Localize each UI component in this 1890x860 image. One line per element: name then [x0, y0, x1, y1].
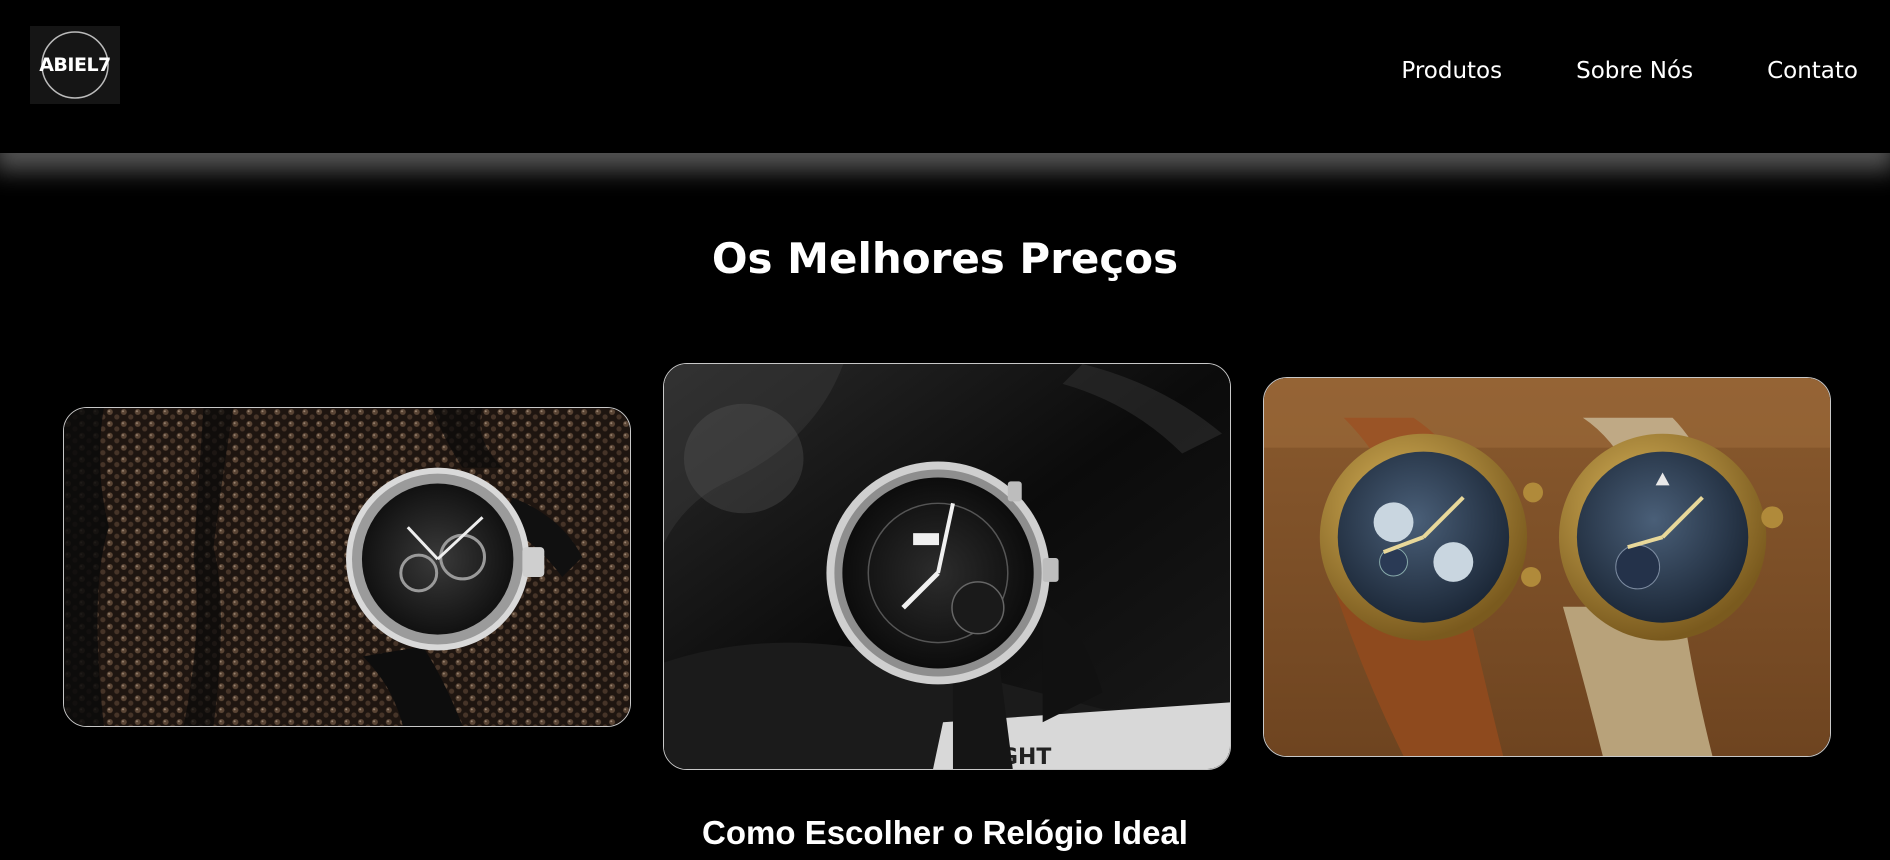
main-nav: Produtos Sobre Nós Contato — [1401, 58, 1858, 84]
product-card-bronze-watches[interactable] — [1263, 377, 1831, 757]
nav-link-sobre-nos[interactable]: Sobre Nós — [1576, 58, 1693, 84]
site-header: ABIEL7 Produtos Sobre Nós Contato — [0, 0, 1890, 153]
product-card-pilot-watch[interactable]: FLIGHT — [663, 363, 1231, 770]
page-title: Os Melhores Preços — [711, 234, 1179, 283]
nav-link-contato[interactable]: Contato — [1767, 58, 1858, 84]
nav-link-produtos[interactable]: Produtos — [1401, 58, 1502, 84]
logo-text: ABIEL7 — [39, 54, 111, 76]
logo[interactable]: ABIEL7 — [30, 26, 120, 104]
bronze-watches-image — [1264, 378, 1830, 756]
section-title: Como Escolher o Relógio Ideal — [702, 814, 1188, 851]
product-card-skeleton-watch[interactable] — [63, 407, 631, 727]
pilot-watch-image: FLIGHT — [664, 364, 1230, 769]
skeleton-watch-image — [64, 408, 630, 726]
